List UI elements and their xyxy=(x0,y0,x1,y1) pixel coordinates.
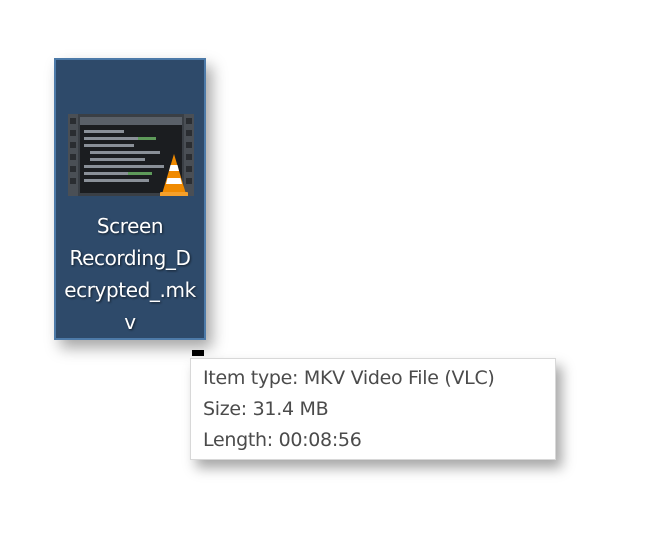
file-name-line: Recording_D xyxy=(69,246,191,270)
file-name-line: Screen xyxy=(96,214,164,238)
file-icon-screen-recording[interactable]: Screen Recording_D ecrypted_.mk v xyxy=(54,58,206,340)
file-info-tooltip: Item type: MKV Video File (VLC) Size: 31… xyxy=(190,358,556,460)
tooltip-length: Length: 00:08:56 xyxy=(203,429,362,451)
file-name-line: ecrypted_.mk xyxy=(64,278,196,302)
vlc-mkv-video-thumbnail-icon xyxy=(68,114,194,196)
tooltip-size: Size: 31.4 MB xyxy=(203,398,329,420)
file-name-label: Screen Recording_D ecrypted_.mk v xyxy=(56,210,204,338)
mouse-pointer-tip-icon xyxy=(192,350,204,356)
file-name-line: v xyxy=(124,310,136,334)
tooltip-item-type: Item type: MKV Video File (VLC) xyxy=(203,367,495,389)
desktop[interactable]: Screen Recording_D ecrypted_.mk v Item t… xyxy=(0,0,648,548)
